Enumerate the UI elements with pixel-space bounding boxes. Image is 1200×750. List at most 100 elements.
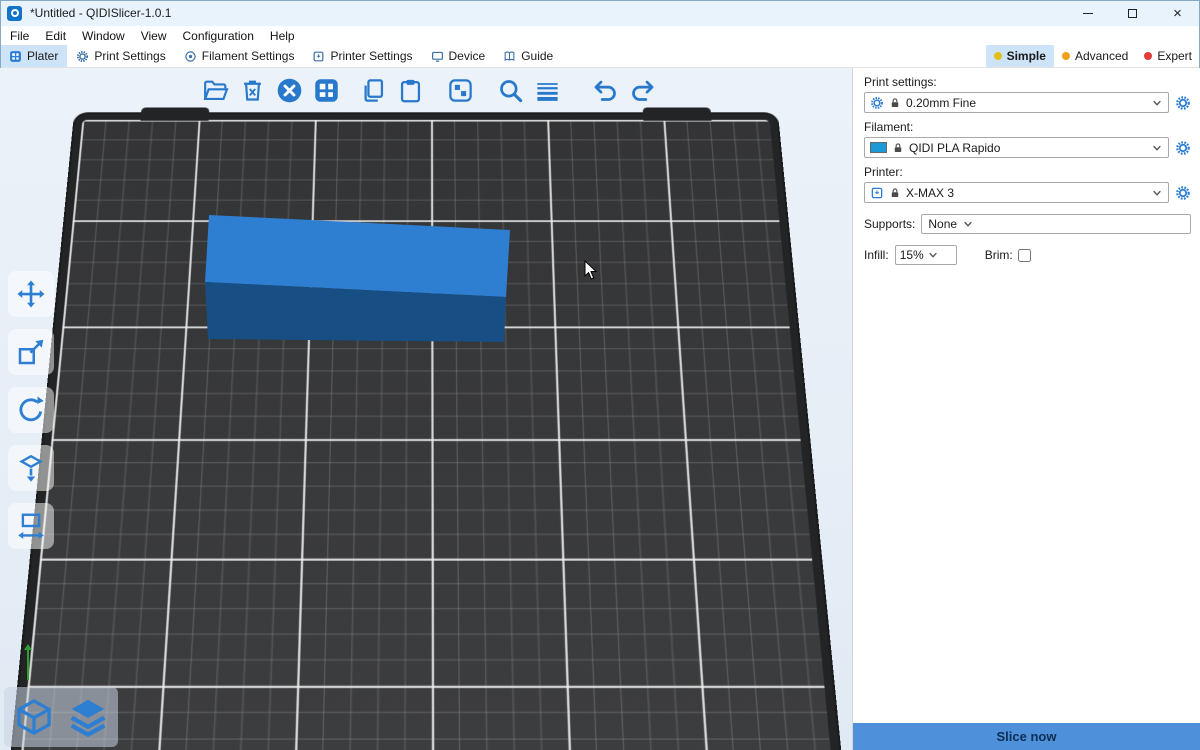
view-switch	[4, 687, 118, 747]
printer-value: X-MAX 3	[906, 186, 1146, 200]
chevron-down-icon	[962, 218, 974, 230]
brim-label: Brim:	[985, 248, 1013, 262]
gear-icon	[870, 96, 884, 110]
lock-icon	[889, 97, 901, 109]
settings-sidebar: Print settings: 0.20mm Fine Filament: QI…	[852, 68, 1200, 750]
app-logo-icon	[7, 6, 22, 21]
mode-expert[interactable]: Expert	[1136, 45, 1200, 67]
brim-checkbox[interactable]	[1018, 249, 1031, 262]
window-title: *Untitled - QIDISlicer-1.0.1	[30, 6, 1065, 20]
supports-value: None	[928, 217, 957, 231]
layer-height-icon	[534, 77, 561, 104]
gizmo-toolbar	[8, 271, 54, 549]
tab-plater[interactable]: Plater	[0, 45, 67, 67]
gear-icon	[76, 50, 89, 63]
model-blue-box[interactable]	[200, 208, 520, 348]
split-objects-icon	[447, 77, 474, 104]
printer-combo[interactable]: X-MAX 3	[864, 182, 1169, 203]
undo-button[interactable]	[588, 73, 622, 107]
tab-bar: Plater Print Settings Filament Settings …	[0, 45, 1200, 68]
scale-tool-button[interactable]	[8, 329, 54, 375]
minimize-button[interactable]	[1065, 0, 1110, 26]
measure-icon	[16, 511, 46, 541]
move-icon	[16, 279, 46, 309]
infill-label: Infill:	[864, 248, 889, 262]
minimize-icon	[1083, 13, 1093, 14]
search-icon	[497, 77, 524, 104]
bed-clip	[140, 107, 209, 120]
advanced-dot-icon	[1062, 52, 1070, 60]
chevron-down-icon	[927, 249, 939, 261]
guide-icon	[503, 50, 516, 63]
chevron-down-icon	[1151, 187, 1163, 199]
title-bar: *Untitled - QIDISlicer-1.0.1 ×	[0, 0, 1200, 26]
viewport-toolbar	[198, 73, 662, 107]
menu-window[interactable]: Window	[74, 26, 133, 45]
app-window: *Untitled - QIDISlicer-1.0.1 × File Edit…	[0, 0, 1200, 750]
printer-icon	[312, 50, 325, 63]
editor-view-button[interactable]	[7, 690, 61, 744]
infill-value: 15%	[900, 248, 924, 262]
layers-stack-icon	[67, 696, 109, 738]
split-objects-button[interactable]	[443, 73, 477, 107]
3d-viewport[interactable]	[0, 68, 852, 750]
mode-advanced[interactable]: Advanced	[1054, 45, 1136, 67]
variable-layer-height-button[interactable]	[530, 73, 564, 107]
copy-button[interactable]	[356, 73, 390, 107]
arrange-button[interactable]	[309, 73, 343, 107]
place-on-face-button[interactable]	[8, 445, 54, 491]
place-on-face-icon	[16, 453, 46, 483]
tab-device[interactable]: Device	[422, 45, 495, 67]
maximize-button[interactable]	[1110, 0, 1155, 26]
expert-dot-icon	[1144, 52, 1152, 60]
printer-icon	[870, 186, 884, 200]
mouse-cursor	[584, 260, 600, 282]
edit-print-settings-button[interactable]	[1175, 95, 1191, 111]
edit-filament-button[interactable]	[1175, 140, 1191, 156]
mode-simple[interactable]: Simple	[986, 45, 1054, 67]
print-settings-value: 0.20mm Fine	[906, 96, 1146, 110]
chevron-down-icon	[1151, 97, 1163, 109]
tab-print-settings[interactable]: Print Settings	[67, 45, 174, 67]
paste-icon	[397, 77, 424, 104]
move-tool-button[interactable]	[8, 271, 54, 317]
filament-swatch	[870, 142, 887, 153]
open-folder-button[interactable]	[198, 73, 232, 107]
bed-clip	[643, 107, 712, 120]
menu-view[interactable]: View	[133, 26, 175, 45]
filament-label: Filament:	[864, 120, 1191, 134]
delete-button[interactable]	[235, 73, 269, 107]
paste-button[interactable]	[393, 73, 427, 107]
menu-help[interactable]: Help	[262, 26, 303, 45]
menu-configuration[interactable]: Configuration	[175, 26, 262, 45]
measure-tool-button[interactable]	[8, 503, 54, 549]
search-button[interactable]	[493, 73, 527, 107]
supports-combo[interactable]: None	[921, 214, 1191, 234]
infill-combo[interactable]: 15%	[895, 245, 957, 265]
menu-file[interactable]: File	[2, 26, 37, 45]
scale-icon	[16, 337, 46, 367]
tab-printer-settings[interactable]: Printer Settings	[303, 45, 421, 67]
close-icon: ×	[1173, 6, 1182, 21]
close-button[interactable]: ×	[1155, 0, 1200, 26]
edit-printer-button[interactable]	[1175, 185, 1191, 201]
print-settings-label: Print settings:	[864, 75, 1191, 89]
supports-label: Supports:	[864, 217, 915, 231]
print-settings-combo[interactable]: 0.20mm Fine	[864, 92, 1169, 113]
redo-icon	[629, 77, 656, 104]
filament-combo[interactable]: QIDI PLA Rapido	[864, 137, 1169, 158]
redo-button[interactable]	[625, 73, 659, 107]
slice-now-label: Slice now	[997, 729, 1057, 744]
slice-now-button[interactable]: Slice now	[853, 723, 1200, 750]
printer-label: Printer:	[864, 165, 1191, 179]
delete-all-button[interactable]	[272, 73, 306, 107]
preview-view-button[interactable]	[61, 690, 115, 744]
tab-filament-settings[interactable]: Filament Settings	[175, 45, 304, 67]
rotate-tool-button[interactable]	[8, 387, 54, 433]
delete-all-icon	[276, 77, 303, 104]
z-axis-indicator	[27, 646, 29, 680]
filament-icon	[184, 50, 197, 63]
menu-edit[interactable]: Edit	[37, 26, 74, 45]
tab-guide[interactable]: Guide	[494, 45, 562, 67]
lock-icon	[889, 187, 901, 199]
